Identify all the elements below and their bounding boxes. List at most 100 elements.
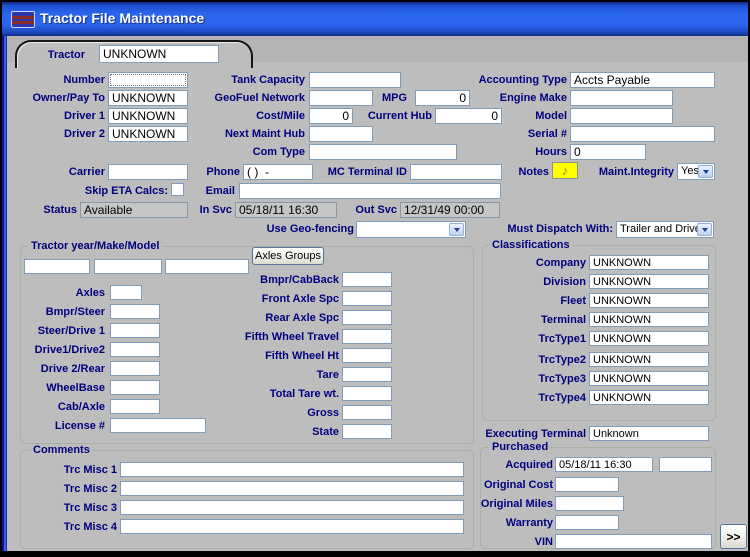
model-input[interactable] (570, 108, 673, 124)
use-geofencing-label: Use Geo-fencing (255, 223, 354, 236)
license-input[interactable] (110, 418, 206, 433)
axles-input[interactable] (110, 285, 142, 300)
more-button[interactable]: >> (720, 524, 747, 549)
maint-integrity-label: Maint.Integrity (585, 166, 674, 179)
bmpr-cabback-input[interactable] (342, 272, 392, 287)
trctype3-input[interactable] (589, 371, 709, 386)
status-field (80, 202, 188, 218)
state-input[interactable] (342, 424, 392, 439)
tractor-make-input[interactable] (94, 259, 162, 274)
tare-input[interactable] (342, 367, 392, 382)
terminal-input[interactable] (589, 312, 709, 327)
cab-axle-input[interactable] (110, 399, 160, 414)
email-input[interactable] (239, 183, 501, 199)
trctype1-input[interactable] (589, 331, 709, 346)
out-svc-field (400, 202, 500, 218)
bmpr-steer-label: Bmpr/Steer (5, 306, 105, 319)
skip-eta-checkbox[interactable] (171, 183, 184, 196)
vin-input[interactable] (555, 534, 712, 549)
notes-button[interactable]: ♪ (552, 162, 578, 179)
trctype4-label: TrcType4 (482, 392, 586, 405)
original-cost-input[interactable] (555, 477, 619, 492)
must-dispatch-select[interactable]: Trailer and Drive (616, 221, 714, 238)
executing-terminal-input[interactable] (589, 426, 709, 441)
trc-misc-2-input[interactable] (120, 481, 464, 496)
hours-label: Hours (512, 146, 567, 159)
current-hub-label: Current Hub (355, 110, 432, 123)
trc-misc-4-label: Trc Misc 4 (42, 521, 117, 534)
number-label: Number (25, 74, 105, 87)
company-input[interactable] (589, 255, 709, 270)
notes-label: Notes (512, 166, 549, 179)
drive1-drive2-input[interactable] (110, 342, 160, 357)
trc-misc-4-input[interactable] (120, 519, 464, 534)
use-geofencing-select[interactable] (356, 221, 466, 238)
trctype2-input[interactable] (589, 352, 709, 367)
carrier-label: Carrier (25, 166, 105, 179)
model-label: Model (502, 110, 567, 123)
mc-terminal-id-input[interactable] (410, 164, 502, 180)
com-type-input[interactable] (309, 144, 457, 160)
terminal-label: Terminal (482, 314, 586, 327)
acquired-input[interactable] (555, 457, 653, 472)
number-input[interactable] (108, 72, 188, 88)
bmpr-cabback-label: Bmpr/CabBack (222, 274, 339, 287)
gross-input[interactable] (342, 405, 392, 420)
engine-make-input[interactable] (570, 90, 673, 106)
com-type-label: Com Type (212, 146, 305, 159)
cost-mile-input[interactable] (309, 108, 353, 124)
carrier-input[interactable] (108, 164, 188, 180)
maint-integrity-select[interactable]: Yes (677, 163, 715, 180)
division-label: Division (482, 276, 586, 289)
music-note-icon: ♪ (562, 164, 569, 177)
warranty-input[interactable] (555, 515, 619, 530)
geofuel-network-input[interactable] (309, 90, 373, 106)
mpg-label: MPG (375, 92, 407, 105)
wheelbase-input[interactable] (110, 380, 160, 395)
tractor-id-input[interactable] (99, 45, 219, 63)
phone-input[interactable] (243, 164, 313, 180)
accounting-type-label: Accounting Type (442, 74, 567, 87)
fifth-wheel-travel-input[interactable] (342, 329, 392, 344)
tractor-year-input[interactable] (24, 259, 90, 274)
license-label: License # (5, 420, 105, 433)
driver-2-input[interactable] (108, 126, 188, 142)
trctype4-input[interactable] (589, 390, 709, 405)
executing-terminal-label: Executing Terminal (457, 428, 586, 441)
accounting-type-input[interactable] (570, 72, 715, 88)
geofuel-network-label: GeoFuel Network (182, 92, 305, 105)
trc-misc-1-input[interactable] (120, 462, 464, 477)
front-axle-spc-input[interactable] (342, 291, 392, 306)
fleet-input[interactable] (589, 293, 709, 308)
acquired-extra-input[interactable] (659, 457, 712, 472)
must-dispatch-label: Must Dispatch With: (490, 223, 613, 236)
serial-label: Serial # (497, 128, 567, 141)
hours-input[interactable] (570, 144, 646, 160)
tank-capacity-input[interactable] (309, 72, 401, 88)
current-hub-input[interactable] (435, 108, 502, 124)
steer-drive1-input[interactable] (110, 323, 160, 338)
drive2-rear-input[interactable] (110, 361, 160, 376)
phone-label: Phone (196, 166, 240, 179)
chevron-down-icon (449, 223, 464, 236)
title-bar: Tractor File Maintenance (2, 2, 748, 36)
mpg-input[interactable] (415, 90, 470, 106)
fleet-label: Fleet (482, 295, 586, 308)
trc-misc-3-input[interactable] (120, 500, 464, 515)
company-label: Company (482, 257, 586, 270)
division-input[interactable] (589, 274, 709, 289)
driver-2-label: Driver 2 (25, 128, 105, 141)
rear-axle-spc-input[interactable] (342, 310, 392, 325)
next-maint-hub-input[interactable] (309, 126, 373, 142)
driver-1-input[interactable] (108, 108, 188, 124)
original-miles-input[interactable] (555, 496, 624, 511)
tractor-model-input[interactable] (165, 259, 249, 274)
owner-pay-to-input[interactable] (108, 90, 188, 106)
total-tare-wt-input[interactable] (342, 386, 392, 401)
fifth-wheel-ht-input[interactable] (342, 348, 392, 363)
tare-label: Tare (222, 369, 339, 382)
axles-groups-button[interactable]: Axles Groups (252, 247, 324, 265)
serial-input[interactable] (570, 126, 715, 142)
in-svc-field (235, 202, 337, 218)
bmpr-steer-input[interactable] (110, 304, 160, 319)
